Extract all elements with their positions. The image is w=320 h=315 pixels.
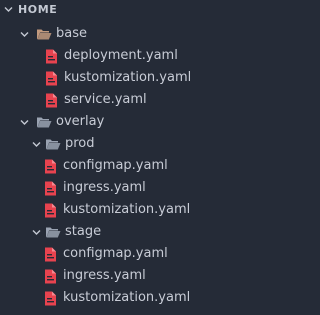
folder-label: overlay	[56, 114, 105, 129]
file-label: kustomization.yaml	[63, 290, 191, 305]
file-item-ingress[interactable]: ingress.yaml	[0, 177, 229, 199]
explorer-section-header[interactable]: HOME	[0, 0, 229, 20]
file-label: deployment.yaml	[64, 48, 178, 63]
chevron-down-icon[interactable]	[19, 117, 30, 128]
explorer-section-title: HOME	[18, 3, 58, 16]
folder-open-icon	[36, 115, 52, 129]
file-item-service[interactable]: service.yaml	[0, 89, 229, 111]
yaml-file-icon	[44, 159, 57, 174]
file-item-kustomization[interactable]: kustomization.yaml	[0, 67, 229, 89]
yaml-file-icon	[44, 247, 57, 262]
chevron-down-icon[interactable]	[19, 29, 30, 40]
file-item-configmap[interactable]: configmap.yaml	[0, 155, 229, 177]
folder-label: base	[56, 26, 87, 41]
yaml-file-icon	[45, 49, 58, 64]
yaml-file-icon	[44, 203, 57, 218]
yaml-file-icon	[44, 269, 57, 284]
file-item-deployment[interactable]: deployment.yaml	[0, 45, 229, 67]
folder-item-stage[interactable]: stage	[0, 221, 229, 243]
chevron-down-icon[interactable]	[31, 227, 42, 238]
folder-label: prod	[65, 136, 95, 151]
file-label: kustomization.yaml	[63, 202, 191, 217]
yaml-file-icon	[45, 71, 58, 86]
folder-open-icon	[36, 27, 52, 41]
file-label: service.yaml	[64, 92, 147, 107]
folder-item-prod[interactable]: prod	[0, 133, 229, 155]
file-label: configmap.yaml	[63, 246, 168, 261]
file-item-configmap[interactable]: configmap.yaml	[0, 243, 229, 265]
folder-open-icon	[45, 137, 61, 151]
yaml-file-icon	[44, 181, 57, 196]
folder-open-icon	[45, 225, 61, 239]
file-item-kustomization[interactable]: kustomization.yaml	[0, 287, 229, 309]
file-label: ingress.yaml	[63, 268, 146, 283]
file-label: ingress.yaml	[63, 180, 146, 195]
file-item-ingress[interactable]: ingress.yaml	[0, 265, 229, 287]
file-item-kustomization[interactable]: kustomization.yaml	[0, 199, 229, 221]
folder-label: stage	[65, 224, 102, 239]
folder-item-overlay[interactable]: overlay	[0, 111, 229, 133]
file-label: kustomization.yaml	[64, 70, 192, 85]
yaml-file-icon	[45, 93, 58, 108]
file-label: configmap.yaml	[63, 158, 168, 173]
yaml-file-icon	[44, 291, 57, 306]
chevron-down-icon[interactable]	[3, 4, 14, 15]
file-explorer: HOME base deployment.yaml kustomization.ya…	[0, 0, 229, 315]
folder-item-base[interactable]: base	[0, 23, 229, 45]
chevron-down-icon[interactable]	[31, 139, 42, 150]
